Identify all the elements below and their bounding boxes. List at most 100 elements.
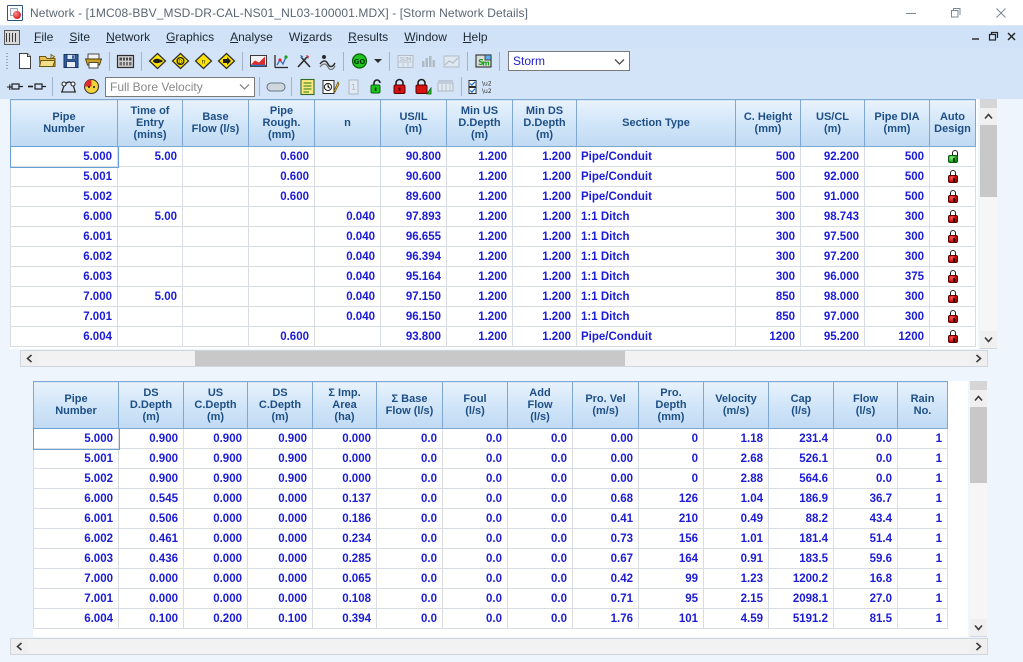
menu-item-results[interactable]: Results — [340, 28, 396, 47]
cell-base[interactable] — [183, 247, 249, 267]
cell-us-cl[interactable]: 97.200 — [801, 247, 865, 267]
chevron-down-icon[interactable] — [611, 52, 627, 70]
cell-pipe-dia[interactable]: 500 — [865, 187, 930, 207]
cell-us-cl[interactable]: 92.200 — [801, 147, 865, 167]
cell-pipe[interactable]: 5.000 — [11, 147, 118, 167]
cell-pro-vel[interactable]: 0.71 — [573, 589, 639, 609]
storm-select[interactable]: Storm — [508, 51, 630, 71]
scroll-right-button[interactable] — [970, 351, 987, 366]
cell-pro[interactable]: 0 — [639, 449, 704, 469]
cell-pipe[interactable]: 6.002 — [11, 247, 118, 267]
cell-ds[interactable]: 0.900 — [119, 449, 184, 469]
cell-us-cl[interactable]: 92.000 — [801, 167, 865, 187]
cell-base[interactable]: 0.0 — [377, 549, 443, 569]
cell-time-of[interactable]: 5.00 — [118, 147, 183, 167]
lock-red-icon[interactable] — [947, 310, 958, 323]
cell-pro[interactable]: 164 — [639, 549, 704, 569]
cell-us-il[interactable]: 96.150 — [381, 307, 447, 327]
cell-foul[interactable]: 0.0 — [443, 529, 508, 549]
cell-min-us[interactable]: 1.200 — [447, 187, 513, 207]
cell-pipe-dia[interactable]: 1200 — [865, 327, 930, 347]
scroll-right-button[interactable] — [970, 639, 987, 654]
new-document-icon[interactable] — [13, 50, 36, 72]
table-row[interactable]: 7.0005.000.04097.1501.2001.2001:1 Ditch8… — [11, 287, 976, 307]
cell-min-us[interactable]: 1.200 — [447, 147, 513, 167]
cell-imp[interactable]: 0.065 — [313, 569, 377, 589]
cell-min-us[interactable]: 1.200 — [447, 227, 513, 247]
table-row[interactable]: 5.0010.60090.6001.2001.200Pipe/Conduit50… — [11, 167, 976, 187]
cell-pipe[interactable] — [249, 207, 315, 227]
cell-imp[interactable]: 0.234 — [313, 529, 377, 549]
cell-rain[interactable]: 1 — [898, 569, 948, 589]
cell-pipe[interactable]: 5.002 — [34, 469, 119, 489]
cell-rain[interactable]: 1 — [898, 489, 948, 509]
cell-pipe[interactable] — [249, 287, 315, 307]
cell-pipe-dia[interactable]: 300 — [865, 207, 930, 227]
cell-ds[interactable]: 0.900 — [248, 429, 313, 449]
menu-item-graphics[interactable]: Graphics — [158, 28, 222, 47]
cell-min-ds[interactable]: 1.200 — [513, 267, 577, 287]
bottom-grid-viewport[interactable]: PipeNumberDSD.Depth(m)USC.Depth(m)DSC.De… — [33, 381, 968, 637]
cell-cap[interactable]: 88.2 — [769, 509, 834, 529]
cell-ds[interactable]: 0.000 — [248, 529, 313, 549]
column-header-us-cl-m[interactable]: US/CL(m) — [801, 100, 865, 147]
column-header-pipe-rough-mm[interactable]: PipeRough.(mm) — [249, 100, 315, 147]
cell-ds[interactable]: 0.100 — [248, 609, 313, 629]
cell-pipe[interactable]: 5.000 — [34, 429, 119, 449]
cell-pipe[interactable] — [249, 227, 315, 247]
cell-velocity[interactable]: 2.15 — [704, 589, 769, 609]
lock-partial-icon[interactable] — [411, 76, 434, 98]
cell-us-cl[interactable]: 91.000 — [801, 187, 865, 207]
cell-c-height[interactable]: 850 — [736, 307, 801, 327]
cell-cap[interactable]: 564.6 — [769, 469, 834, 489]
notes-list-icon[interactable] — [296, 76, 319, 98]
column-header-velocity-m-s[interactable]: Velocity(m/s) — [704, 382, 769, 429]
cell-flow[interactable]: 27.0 — [834, 589, 898, 609]
column-header-base-flow-l-s[interactable]: Σ BaseFlow (l/s) — [377, 382, 443, 429]
column-header-min-ds-d-depth-m[interactable]: Min DSD.Depth(m) — [513, 100, 577, 147]
cell-us[interactable]: 0.000 — [184, 509, 248, 529]
cell-n[interactable]: 0.040 — [315, 207, 381, 227]
cell-time-of[interactable]: 5.00 — [118, 287, 183, 307]
cell-c-height[interactable]: 300 — [736, 227, 801, 247]
cell-section-type[interactable]: 1:1 Ditch — [577, 287, 736, 307]
cell-pipe-dia[interactable]: 300 — [865, 227, 930, 247]
cell-us[interactable]: 0.900 — [184, 449, 248, 469]
cell-rain[interactable]: 1 — [898, 449, 948, 469]
scroll-left-button[interactable] — [21, 351, 38, 366]
cell-base[interactable] — [183, 147, 249, 167]
cell-n[interactable] — [315, 147, 381, 167]
cell-pipe-dia[interactable]: 500 — [865, 167, 930, 187]
cell-velocity[interactable]: 2.68 — [704, 449, 769, 469]
cell-pipe[interactable]: 7.000 — [11, 287, 118, 307]
scroll-down-button[interactable] — [970, 619, 987, 636]
scroll-up-button[interactable] — [970, 390, 987, 407]
cell-flow[interactable]: 43.4 — [834, 509, 898, 529]
cell-ds[interactable]: 0.000 — [119, 569, 184, 589]
cell-foul[interactable]: 0.0 — [443, 469, 508, 489]
checkbox-options-icon[interactable]: \u221e \u221e — [466, 76, 492, 98]
cell-pipe[interactable]: 6.003 — [34, 549, 119, 569]
cell-base[interactable]: 0.0 — [377, 589, 443, 609]
lock-red-icon[interactable] — [947, 250, 958, 263]
column-header-us-il-m[interactable]: US/IL(m) — [381, 100, 447, 147]
cell-ds[interactable]: 0.506 — [119, 509, 184, 529]
cell-min-us[interactable]: 1.200 — [447, 267, 513, 287]
cell-add[interactable]: 0.0 — [508, 489, 573, 509]
cell-base[interactable]: 0.0 — [377, 489, 443, 509]
cell-pro[interactable]: 210 — [639, 509, 704, 529]
restore-button[interactable] — [933, 0, 978, 26]
cell-flow[interactable]: 0.0 — [834, 449, 898, 469]
manhole-diamond-icon[interactable]: n — [192, 50, 215, 72]
cell-time-of[interactable] — [118, 167, 183, 187]
cell-base[interactable]: 0.0 — [377, 429, 443, 449]
bottom-grid-horizontal-scrollbar[interactable] — [10, 638, 988, 655]
cell-auto[interactable] — [930, 287, 976, 307]
cell-ds[interactable]: 0.000 — [248, 489, 313, 509]
cell-pipe[interactable]: 6.003 — [11, 267, 118, 287]
table-row[interactable]: 7.0010.04096.1501.2001.2001:1 Ditch85097… — [11, 307, 976, 327]
cell-add[interactable]: 0.0 — [508, 469, 573, 489]
cell-ds[interactable]: 0.900 — [119, 469, 184, 489]
table-row[interactable]: 6.0030.4360.0000.0000.2850.00.00.00.6716… — [34, 549, 948, 569]
cell-base[interactable] — [183, 167, 249, 187]
